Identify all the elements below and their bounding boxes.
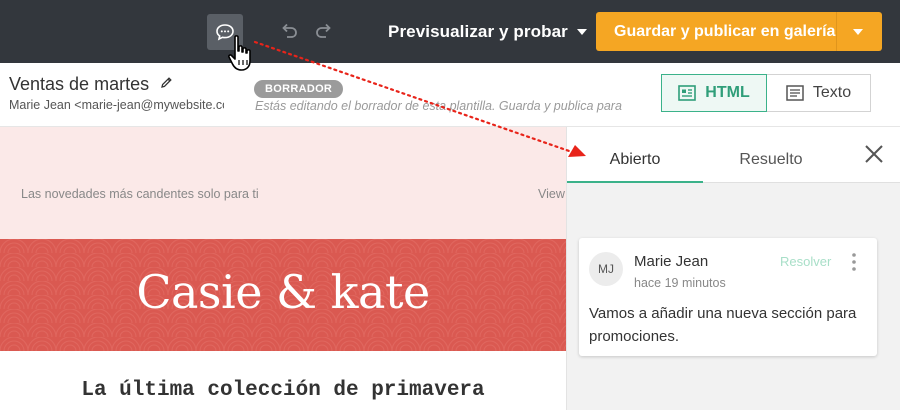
resolve-button[interactable]: Resolver [780,254,831,269]
email-preview: Las novedades más candentes solo para ti… [0,127,566,410]
text-tab[interactable]: Texto [767,74,871,112]
comments-tabs: Abierto Resuelto [567,127,900,183]
email-preheader: Las novedades más candentes solo para ti… [0,127,566,239]
pencil-icon[interactable] [160,76,173,89]
text-doc-icon [786,85,804,101]
save-publish-button[interactable]: Guardar y publicar en galería [596,12,882,51]
draft-note: Estás editando el borrador de esta plant… [255,99,622,113]
chevron-down-icon [576,29,587,35]
sender-address: Marie Jean <marie-jean@mywebsite.com> [9,98,224,112]
comment-text: Vamos a añadir una nueva sección para pr… [589,305,857,345]
html-tab-label: HTML [705,84,750,101]
publish-options-chevron-icon[interactable] [853,29,863,35]
tab-resolved[interactable]: Resuelto [703,127,839,182]
preview-label: Previsualizar y probar [388,22,568,41]
close-icon[interactable] [863,143,885,165]
avatar: MJ [589,252,623,286]
preview-and-test-button[interactable]: Previsualizar y probar [388,18,587,46]
comments-panel: Abierto Resuelto MJ Marie Jean hace 19 m… [566,127,900,410]
undo-icon[interactable] [278,20,300,42]
more-options-icon[interactable] [852,252,856,272]
comment-time: hace 19 minutos [634,276,726,290]
view-in-browser-link[interactable]: View [538,187,565,201]
draft-badge: BORRADOR [254,80,344,98]
hand-cursor-icon [228,35,251,71]
preheader-text: Las novedades más candentes solo para ti [21,187,259,201]
email-headline: La última colección de primavera [81,379,485,402]
brand-banner: Casie & kate [0,239,566,351]
button-divider [836,12,837,51]
redo-icon[interactable] [313,20,335,42]
brand-logo: Casie & kate [136,265,430,319]
comment-author: Marie Jean [634,253,709,270]
text-tab-label: Texto [812,84,852,101]
template-title-text: Ventas de martes [9,74,150,94]
top-toolbar: Previsualizar y probar Guardar y publica… [0,0,900,63]
comment-card: MJ Marie Jean hace 19 minutos Resolver V… [579,238,877,356]
tab-open[interactable]: Abierto [567,127,703,183]
template-title[interactable]: Ventas de martes [9,74,173,95]
html-doc-icon [678,85,697,101]
publish-label: Guardar y publicar en galería [614,23,836,40]
html-tab[interactable]: HTML [661,74,767,112]
